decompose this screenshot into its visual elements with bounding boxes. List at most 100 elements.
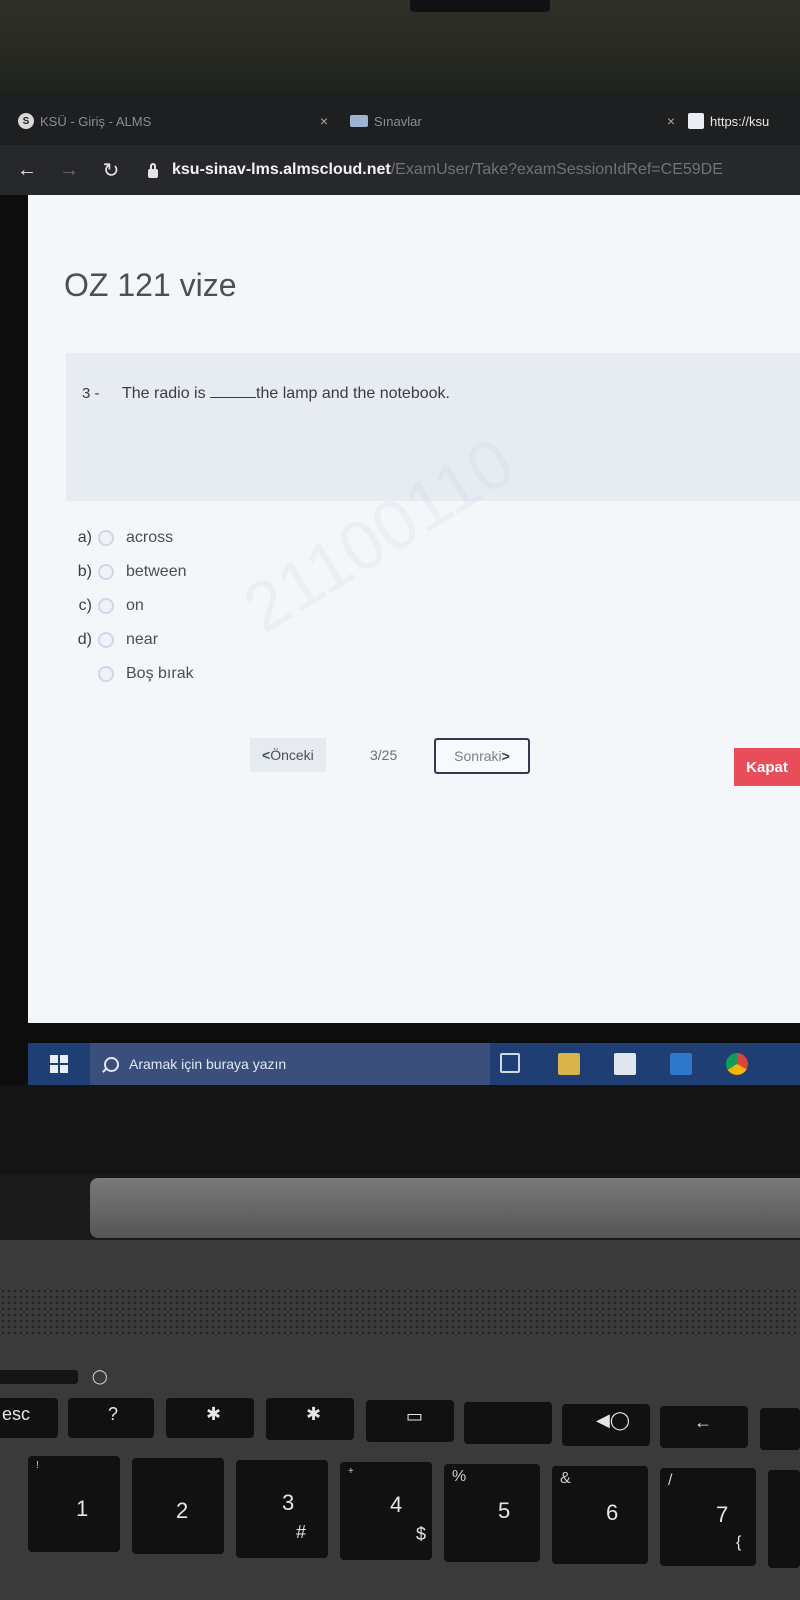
key-symbol-label: { — [736, 1534, 742, 1551]
key-esc[interactable]: esc — [0, 1398, 58, 1438]
close-exam-button[interactable]: Kapat — [734, 748, 800, 786]
reload-icon[interactable]: ↻ — [96, 158, 126, 183]
tab-ksu-url[interactable]: https://ksu — [688, 103, 800, 139]
question-text-after: the lamp and the notebook. — [256, 385, 450, 402]
browser-tab-bar: S KSÜ - Giriş - ALMS × Sınavlar × https:… — [0, 95, 800, 145]
option-b[interactable]: b) between — [70, 555, 194, 589]
option-letter: c) — [78, 597, 92, 614]
key-1[interactable]: ! 1 — [28, 1456, 120, 1552]
taskbar-search[interactable]: Aramak için buraya yazın — [90, 1043, 490, 1085]
exam-favicon-icon — [350, 115, 368, 127]
tab-sinavlar[interactable]: Sınavlar × — [350, 103, 675, 139]
key-5[interactable]: % 5 — [444, 1464, 540, 1562]
tab-title: Sınavlar — [374, 113, 422, 129]
question-blank — [210, 397, 257, 398]
radio-button[interactable] — [98, 632, 114, 648]
question-pager: <Önceki 3/25 Sonraki> Kapat — [28, 738, 800, 786]
question-text: The radio is the lamp and the notebook. — [122, 385, 450, 403]
option-letter: d) — [77, 631, 92, 648]
close-icon[interactable]: × — [667, 113, 675, 129]
answer-options: a) across b) between c) on d) near Boş b… — [70, 521, 194, 691]
key-7[interactable]: / 7 { — [660, 1468, 756, 1566]
key-label: 3 — [282, 1490, 295, 1515]
option-label: across — [126, 529, 174, 546]
option-blank[interactable]: Boş bırak — [70, 657, 194, 691]
key-f4[interactable]: ▭ — [366, 1400, 454, 1442]
option-label: on — [126, 597, 144, 614]
url-path: /ExamUser/Take?examSessionIdRef=CE59DE — [390, 161, 723, 178]
option-letter: a) — [77, 529, 92, 546]
option-a[interactable]: a) across — [70, 521, 194, 555]
alms-favicon-icon: S — [18, 113, 34, 129]
key-label: 7 — [716, 1502, 729, 1527]
key-label: esc — [2, 1404, 31, 1424]
option-c[interactable]: c) on — [70, 589, 194, 623]
radio-button[interactable] — [98, 598, 114, 614]
search-icon — [104, 1056, 119, 1072]
option-label: Boş bırak — [126, 665, 194, 682]
power-icon[interactable]: ◯ — [92, 1368, 108, 1385]
key-label: 2 — [176, 1498, 189, 1523]
key-8[interactable] — [768, 1470, 800, 1568]
key-4[interactable]: +4 $ — [340, 1462, 432, 1560]
tab-ksu-giris[interactable]: S KSÜ - Giriş - ALMS × — [18, 103, 328, 139]
key-3[interactable]: 3 # — [236, 1460, 328, 1558]
option-letter: b) — [77, 563, 92, 580]
key-2[interactable]: 2 — [132, 1458, 224, 1554]
option-d[interactable]: d) near — [70, 623, 194, 657]
option-label: between — [126, 563, 187, 580]
question-text-before: The radio is — [122, 385, 211, 402]
laptop-hinge — [0, 1085, 800, 1175]
key-shift-label: / — [668, 1472, 673, 1489]
key-label: ✱ — [306, 1404, 322, 1424]
chevron-right-icon: > — [501, 748, 510, 764]
radio-button[interactable] — [98, 530, 114, 546]
chrome-icon[interactable] — [726, 1053, 748, 1075]
key-f8[interactable] — [760, 1408, 800, 1450]
previous-button[interactable]: <Önceki — [250, 738, 326, 772]
next-button[interactable]: Sonraki> — [434, 738, 530, 774]
question-number: 3 - — [82, 385, 100, 402]
mail-icon[interactable] — [670, 1053, 692, 1075]
radio-button[interactable] — [98, 564, 114, 580]
chevron-left-icon: < — [262, 747, 271, 763]
laptop-bezel — [0, 0, 800, 95]
file-explorer-icon[interactable] — [558, 1053, 580, 1075]
previous-label: Önceki — [270, 747, 314, 763]
key-f3[interactable]: ✱ — [266, 1398, 354, 1440]
tab-title: https://ksu — [710, 113, 770, 129]
key-f2[interactable]: ✱ — [166, 1398, 254, 1438]
forward-arrow-icon[interactable]: → — [54, 159, 84, 182]
option-label: near — [126, 631, 159, 648]
power-strip — [0, 1370, 78, 1384]
key-label: 4 — [390, 1492, 403, 1517]
windows-start-icon[interactable] — [50, 1055, 68, 1073]
task-view-icon[interactable] — [500, 1053, 520, 1073]
document-favicon-icon — [688, 113, 704, 129]
search-placeholder: Aramak için buraya yazın — [129, 1056, 287, 1072]
radio-button[interactable] — [98, 666, 114, 682]
key-f7[interactable]: ← — [660, 1406, 748, 1448]
key-symbol-label: $ — [416, 1524, 427, 1544]
key-f5[interactable] — [464, 1402, 552, 1444]
store-icon[interactable] — [614, 1053, 636, 1075]
key-shift-label: ! — [36, 1460, 39, 1471]
key-label: ◀◯ — [596, 1410, 630, 1430]
webcam — [410, 0, 550, 12]
close-icon[interactable]: × — [320, 113, 328, 129]
key-f6[interactable]: ◀◯ — [562, 1404, 650, 1446]
key-shift-label: % — [452, 1468, 467, 1485]
key-symbol-label: # — [296, 1522, 307, 1542]
key-label: ▭ — [406, 1406, 424, 1426]
windows-taskbar: Aramak için buraya yazın — [28, 1043, 800, 1085]
key-f1[interactable]: ? — [68, 1398, 154, 1438]
back-arrow-icon[interactable]: ← — [12, 159, 42, 182]
key-label: 5 — [498, 1498, 511, 1523]
page-title: OZ 121 vize — [64, 267, 237, 303]
key-6[interactable]: & 6 — [552, 1466, 648, 1564]
url-field[interactable]: ksu-sinav-lms.almscloud.net/ExamUser/Tak… — [172, 161, 723, 179]
hinge-bar — [90, 1178, 800, 1238]
key-label: 1 — [76, 1496, 89, 1521]
tab-title: KSÜ - Giriş - ALMS — [40, 113, 152, 129]
key-shift-label: & — [560, 1470, 571, 1487]
